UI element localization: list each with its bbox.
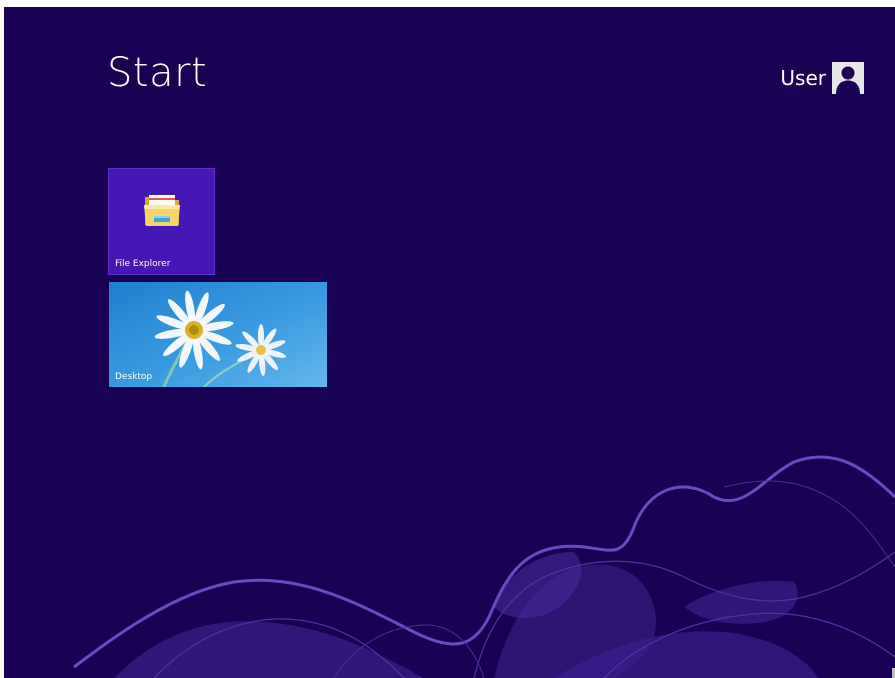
tile-label: File Explorer <box>115 259 171 269</box>
page-title: Start <box>107 50 208 96</box>
folder-icon <box>144 195 180 226</box>
user-avatar-icon <box>832 62 864 94</box>
user-account-button[interactable]: User <box>780 62 864 94</box>
tile-label: Desktop <box>115 372 153 382</box>
start-screen: Start User File Explorer Desktop <box>4 7 895 678</box>
user-name: User <box>780 66 826 90</box>
tile-file-explorer[interactable]: File Explorer <box>108 168 215 275</box>
tile-desktop[interactable]: Desktop <box>109 282 327 387</box>
